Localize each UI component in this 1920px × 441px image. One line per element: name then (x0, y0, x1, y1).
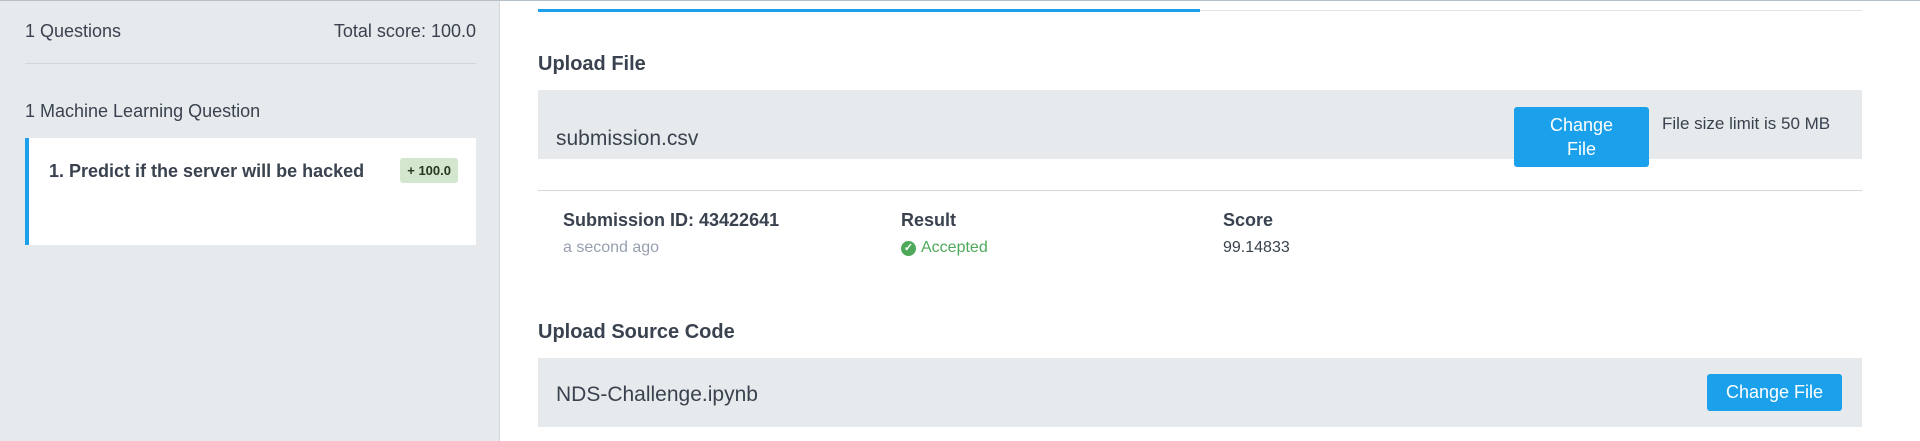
file-size-limit: File size limit is 50 MB (1662, 114, 1831, 133)
divider (538, 190, 1862, 191)
result-label: Result (901, 210, 957, 230)
upload-file-box: submission.csv Change File File size lim… (538, 90, 1862, 167)
upload-source-heading: Upload Source Code (538, 321, 735, 343)
result-value: ✓ Accepted (901, 239, 988, 257)
change-file-button[interactable]: Change File (1514, 107, 1649, 167)
main-panel: Upload File submission.csv Change File F… (538, 0, 1862, 441)
question-item[interactable]: 1. Predict if the server will be hacked … (25, 138, 476, 245)
change-source-file-button[interactable]: Change File (1707, 374, 1842, 411)
score-label: Score (1223, 210, 1274, 230)
score-badge: + 100.0 (400, 158, 458, 183)
sidebar-header: 1 Questions Total score: 100.0 (25, 1, 476, 64)
check-circle-icon: ✓ (901, 240, 916, 256)
upload-file-name: submission.csv (556, 127, 699, 150)
upload-file-heading: Upload File (538, 53, 646, 75)
result-column: Result ✓ Accepted (901, 210, 988, 257)
section-title: 1 Machine Learning Question (25, 101, 261, 121)
total-score: Total score: 100.0 (333, 20, 476, 41)
questions-sidebar: 1 Questions Total score: 100.0 1 Machine… (0, 1, 500, 441)
submission-id-column: Submission ID: 43422641 a second ago (563, 210, 779, 257)
submission-time: a second ago (563, 239, 660, 256)
upload-source-box: NDS-Challenge.ipynb Change File (538, 358, 1862, 427)
submission-id: Submission ID: 43422641 (563, 210, 780, 230)
tab-active-indicator (538, 9, 1200, 12)
result-text: Accepted (921, 239, 988, 256)
questions-count: 1 Questions (25, 20, 122, 41)
score-column: Score 99.14833 (1223, 210, 1290, 257)
question-title[interactable]: 1. Predict if the server will be hacked (49, 161, 364, 182)
source-file-name: NDS-Challenge.ipynb (556, 383, 758, 406)
score-value: 99.14833 (1223, 239, 1290, 256)
